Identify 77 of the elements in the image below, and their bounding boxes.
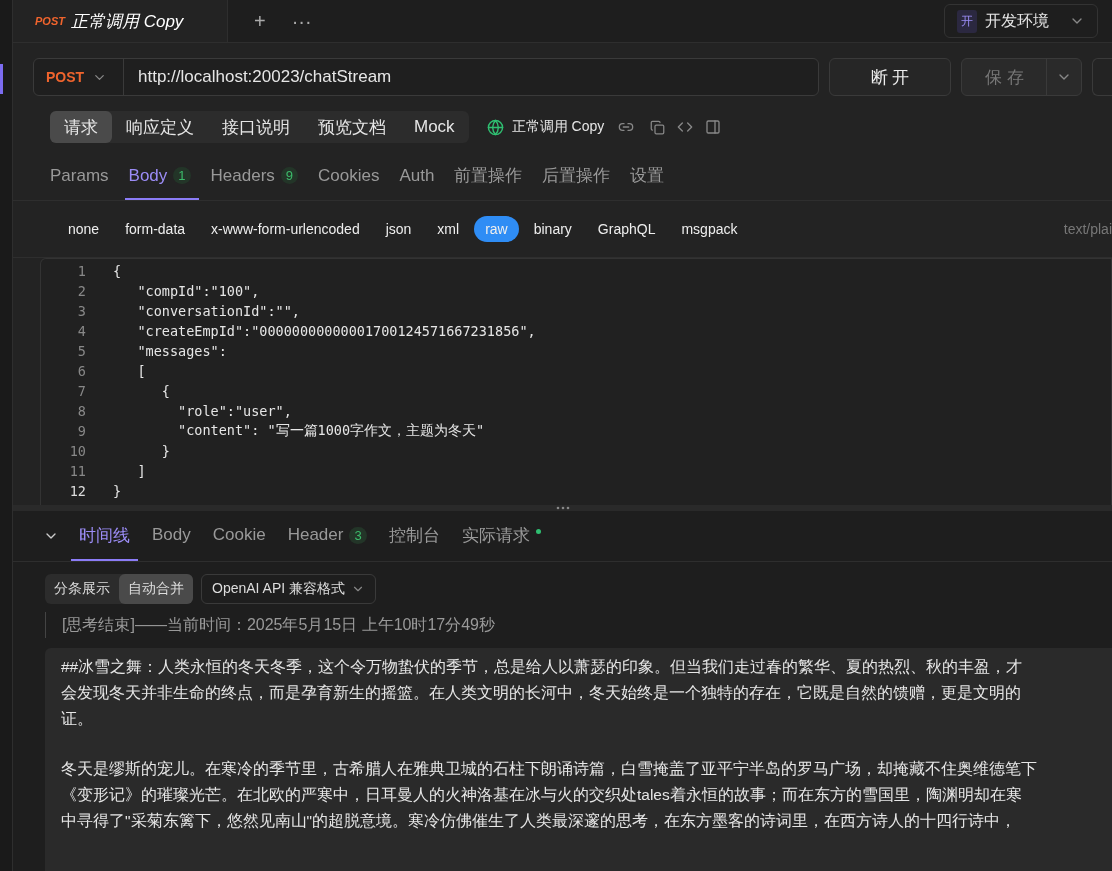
mode-tab[interactable]: 响应定义 [112,111,208,143]
code-line: { [160,383,170,399]
body-type-option[interactable]: msgpack [670,216,749,242]
body-type-option[interactable]: none [57,216,111,242]
code-line: "messages": [136,343,227,359]
count-badge: 9 [280,167,299,184]
view-mode-option[interactable]: 自动合并 [119,574,193,604]
grip-icon [555,506,570,510]
url-field[interactable]: POST http://localhost:20023/chatStream [33,58,819,96]
code-line: "conversationId":"", [136,303,300,319]
param-tab[interactable]: Params [46,153,117,200]
disconnect-button[interactable]: 断 开 [828,58,952,96]
method-select[interactable]: POST [34,59,124,95]
param-tab[interactable]: 设置 [626,153,673,200]
line-number: 1 [76,263,87,279]
copy-icon[interactable] [650,119,666,135]
more-button[interactable]: ··· [291,9,312,33]
body-type-option[interactable]: xml [426,216,471,242]
line-number: 8 [76,403,87,419]
mode-tab[interactable]: 接口说明 [208,111,304,143]
code-line: } [160,443,170,459]
param-tab[interactable]: 前置操作 [450,153,531,200]
active-indicator [0,64,3,94]
format-select[interactable]: OpenAI API 兼容格式 [201,574,377,604]
response-paragraph: 冬天是缪斯的宠儿。在寒冷的季节里，古希腊人在雅典卫城的石柱下朗诵诗篇，白雪掩盖了亚平宁半岛的罗马广场，却掩藏不住奥维德笔下 《变形记》的璀璨光芒。在北欧的严寒中，日耳曼人的火神洛基在冰与火的交织处tales着永恒的故事；而在东方的雪国里，陶渊明却在寒 中寻得了"采菊东篱下，悠然见南山"的超脱意境。寒冷仿佛催生了人类最深邃的思考，在东方墨客的诗词里，在西方诗人的十四行诗中， [61,759,1038,831]
line-number: 4 [76,323,87,339]
response-tab[interactable]: 实际请求 [453,511,549,561]
resize-handle[interactable] [13,505,1112,511]
line-number: 2 [76,283,87,299]
line-number: 5 [76,343,87,359]
new-tab-button[interactable]: + [254,9,266,33]
environment-select[interactable]: 开 开发环境 [944,4,1098,38]
response-tab[interactable]: Cookie [204,511,274,561]
document-tab[interactable]: POST 正常调用 Copy [13,0,228,42]
mode-tab[interactable]: 请求 [50,111,112,143]
body-type-option[interactable]: x-www-form-urlencoded [200,216,371,242]
response-tab[interactable]: Body [144,511,199,561]
line-number: 3 [76,303,87,319]
response-tab[interactable]: 控制台 [380,511,448,561]
line-number: 10 [68,443,87,459]
count-badge: 3 [349,526,367,544]
param-tab[interactable]: 后置操作 [538,153,619,200]
think-end-text: [思考结束]——当前时间：2025年5月15日 上午10时17分49秒 [45,612,1112,638]
body-type-option[interactable]: GraphQL [586,216,667,242]
body-type-option[interactable]: json [374,216,423,242]
code-line: } [113,483,122,499]
code-line: ] [136,463,146,479]
code-line: "content": "写一篇1000字作文，主题为冬天" [177,422,485,440]
param-tab[interactable]: Cookies [314,153,388,200]
body-type-option[interactable]: binary [522,216,583,242]
panel-icon[interactable] [705,119,722,135]
code-line: "role":"user", [177,403,292,419]
param-tab[interactable]: Body 1 [124,153,199,200]
response-tab[interactable]: Header 3 [279,511,375,561]
globe-icon [486,118,504,136]
code-icon[interactable] [677,119,694,135]
line-number: 6 [76,363,87,379]
param-tab[interactable]: Auth [395,153,443,200]
body-type-option[interactable]: form-data [114,216,197,242]
line-number: 9 [76,423,87,439]
code-line: "createEmpId":"00000000000001700124571667231856", [136,323,536,339]
line-number: 12 [68,483,87,499]
mode-tab[interactable]: 预览文档 [304,111,400,143]
code-editor[interactable]: 1 { 2 "compId":"100", 3 "conversationId":"", 4 "createEmpId":"00000000000001700124571667231856", 5 "messages": 6 [ 7 { 8 "role":"user", 9 "content": "写一篇1000字作文，主题为冬天" 10 } 11 ] 12 } [40,258,1112,505]
line-number: 11 [68,463,87,479]
response-tab[interactable]: 时间线 [71,511,138,561]
code-line: { [113,263,122,279]
api-name: 正常调用 Copy [511,118,605,136]
content-type[interactable]: text/plai [1063,221,1112,237]
response-paragraph: ##冰雪之舞：人类永恒的冬天冬季，这个令万物蛰伏的季节，总是给人以萧瑟的印象。但当我们走过春的繁华、夏的热烈、秋的丰盈，才 会发现冬天并非生命的终点，而是孕育新生的摇篮。在人类文明的长河中，冬天始终是一个独特的存在，它既是自然的馈赠，更是文明的 证。 [61,657,1024,729]
code-line: [ [136,363,146,379]
mode-tab[interactable]: Mock [400,111,469,143]
param-tab[interactable]: Headers 9 [206,153,307,200]
code-line: "compId":"100", [136,283,260,299]
count-badge: 1 [173,167,191,184]
line-number: 7 [76,383,87,399]
view-mode-option[interactable]: 分条展示 [45,574,119,604]
